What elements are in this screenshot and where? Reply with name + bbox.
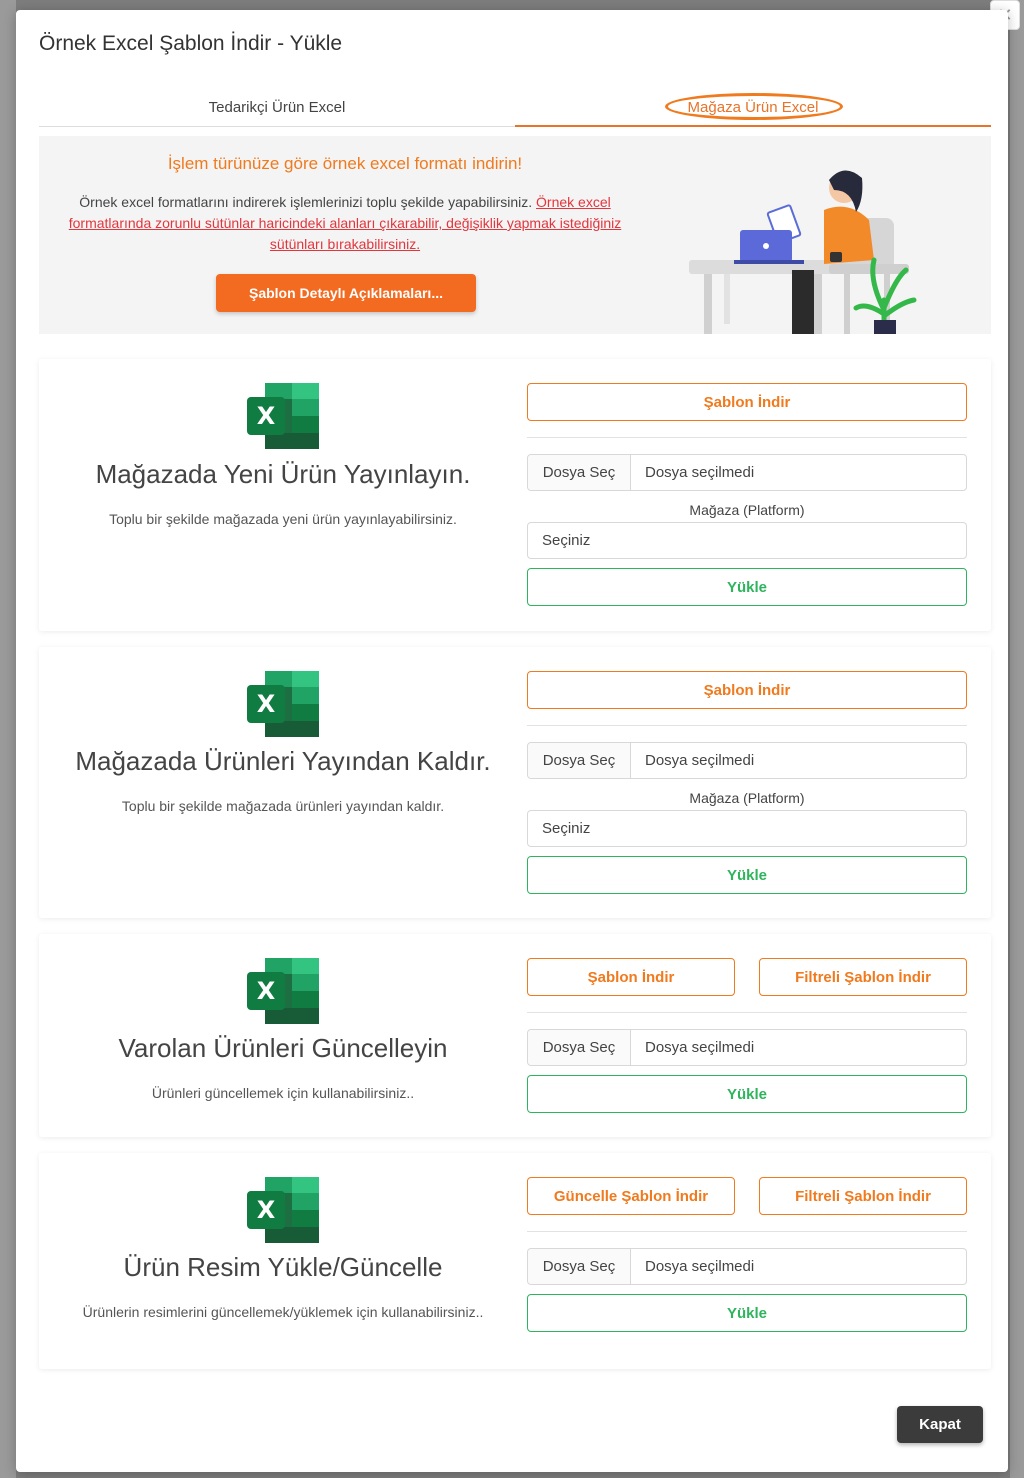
file-name-text: Dosya seçilmedi xyxy=(645,1039,755,1056)
close-button[interactable]: Kapat xyxy=(897,1406,983,1443)
download-template-button[interactable]: Şablon İndir xyxy=(527,958,735,996)
divider xyxy=(527,1012,967,1013)
svg-text:X: X xyxy=(257,402,276,430)
card-description: Toplu bir şekilde mağazada ürünleri yayı… xyxy=(121,798,445,814)
upload-button[interactable]: Yükle xyxy=(527,568,967,606)
file-input[interactable]: Dosya Seç Dosya seçilmedi xyxy=(527,742,967,779)
divider xyxy=(527,1231,967,1232)
platform-label: Mağaza (Platform) xyxy=(689,790,805,806)
card-publish-new-products: X Mağazada Yeni Ürün Yayınlayın. Toplu b… xyxy=(39,359,991,631)
highlight-oval xyxy=(665,93,843,120)
excel-icon: X xyxy=(247,1177,319,1243)
upload-button[interactable]: Yükle xyxy=(527,856,967,894)
card-title: Mağazada Ürünleri Yayından Kaldır. xyxy=(75,746,491,776)
card-title: Varolan Ürünleri Güncelleyin xyxy=(118,1033,448,1063)
card-description: Ürünleri güncellemek için kullanabilirsi… xyxy=(151,1085,415,1101)
tab-bar: Tedarikçi Ürün Excel Mağaza Ürün Excel xyxy=(39,93,991,127)
excel-icon: X xyxy=(247,671,319,737)
upload-button[interactable]: Yükle xyxy=(527,1294,967,1332)
excel-icon: X xyxy=(247,383,319,449)
modal-title: Örnek Excel Şablon İndir - Yükle xyxy=(39,32,343,55)
svg-text:X: X xyxy=(257,977,276,1005)
divider xyxy=(527,725,967,726)
template-details-button[interactable]: Şablon Detaylı Açıklamaları... xyxy=(216,274,476,312)
file-input[interactable]: Dosya Seç Dosya seçilmedi xyxy=(527,1029,967,1066)
card-description: Ürünlerin resimlerini güncellemek/yüklem… xyxy=(82,1304,484,1320)
platform-select[interactable]: Seçiniz xyxy=(527,522,967,559)
backdrop-right-strip xyxy=(1010,0,1024,1478)
download-template-button[interactable]: Şablon İndir xyxy=(527,383,967,421)
banner-description: Örnek excel formatlarını indirerek işlem… xyxy=(79,194,537,210)
tab-label: Tedarikçi Ürün Excel xyxy=(208,99,346,116)
backdrop-left-strip xyxy=(0,0,16,1478)
download-update-template-button[interactable]: Güncelle Şablon İndir xyxy=(527,1177,735,1215)
divider xyxy=(527,437,967,438)
download-template-button[interactable]: Şablon İndir xyxy=(527,671,967,709)
card-description: Toplu bir şekilde mağazada yeni ürün yay… xyxy=(109,511,457,527)
file-name-text: Dosya seçilmedi xyxy=(645,1258,755,1275)
tab-store-excel[interactable]: Mağaza Ürün Excel xyxy=(515,93,991,127)
card-title: Mağazada Yeni Ürün Yayınlayın. xyxy=(95,459,471,489)
svg-text:X: X xyxy=(257,1196,276,1224)
choose-file-button[interactable]: Dosya Seç xyxy=(528,1249,631,1284)
file-name-text: Dosya seçilmedi xyxy=(645,464,755,481)
upload-button[interactable]: Yükle xyxy=(527,1075,967,1113)
platform-label: Mağaza (Platform) xyxy=(689,502,805,518)
download-filtered-template-button[interactable]: Filtreli Şablon İndir xyxy=(759,1177,967,1215)
choose-file-button[interactable]: Dosya Seç xyxy=(528,743,631,778)
excel-template-modal: Örnek Excel Şablon İndir - Yükle Tedarik… xyxy=(16,10,1008,1472)
woman-at-desk-illustration xyxy=(689,170,917,334)
info-banner: İşlem türünüze göre örnek excel formatı … xyxy=(39,136,991,334)
download-filtered-template-button[interactable]: Filtreli Şablon İndir xyxy=(759,958,967,996)
banner-heading: İşlem türünüze göre örnek excel formatı … xyxy=(167,154,523,173)
card-product-images: X Ürün Resim Yükle/Güncelle Ürünlerin re… xyxy=(39,1153,991,1369)
banner-text: Örnek excel formatlarını indirerek işlem… xyxy=(59,192,631,255)
choose-file-button[interactable]: Dosya Seç xyxy=(528,455,631,490)
tab-supplier-excel[interactable]: Tedarikçi Ürün Excel xyxy=(39,96,515,126)
choose-file-button[interactable]: Dosya Seç xyxy=(528,1030,631,1065)
file-input[interactable]: Dosya Seç Dosya seçilmedi xyxy=(527,1248,967,1285)
excel-icon: X xyxy=(247,958,319,1024)
card-update-products: X Varolan Ürünleri Güncelleyin Ürünleri … xyxy=(39,934,991,1137)
file-name-text: Dosya seçilmedi xyxy=(645,752,755,769)
card-unpublish-products: X Mağazada Ürünleri Yayından Kaldır. Top… xyxy=(39,647,991,918)
file-input[interactable]: Dosya Seç Dosya seçilmedi xyxy=(527,454,967,491)
svg-text:X: X xyxy=(257,690,276,718)
card-title: Ürün Resim Yükle/Güncelle xyxy=(123,1252,443,1282)
platform-select[interactable]: Seçiniz xyxy=(527,810,967,847)
